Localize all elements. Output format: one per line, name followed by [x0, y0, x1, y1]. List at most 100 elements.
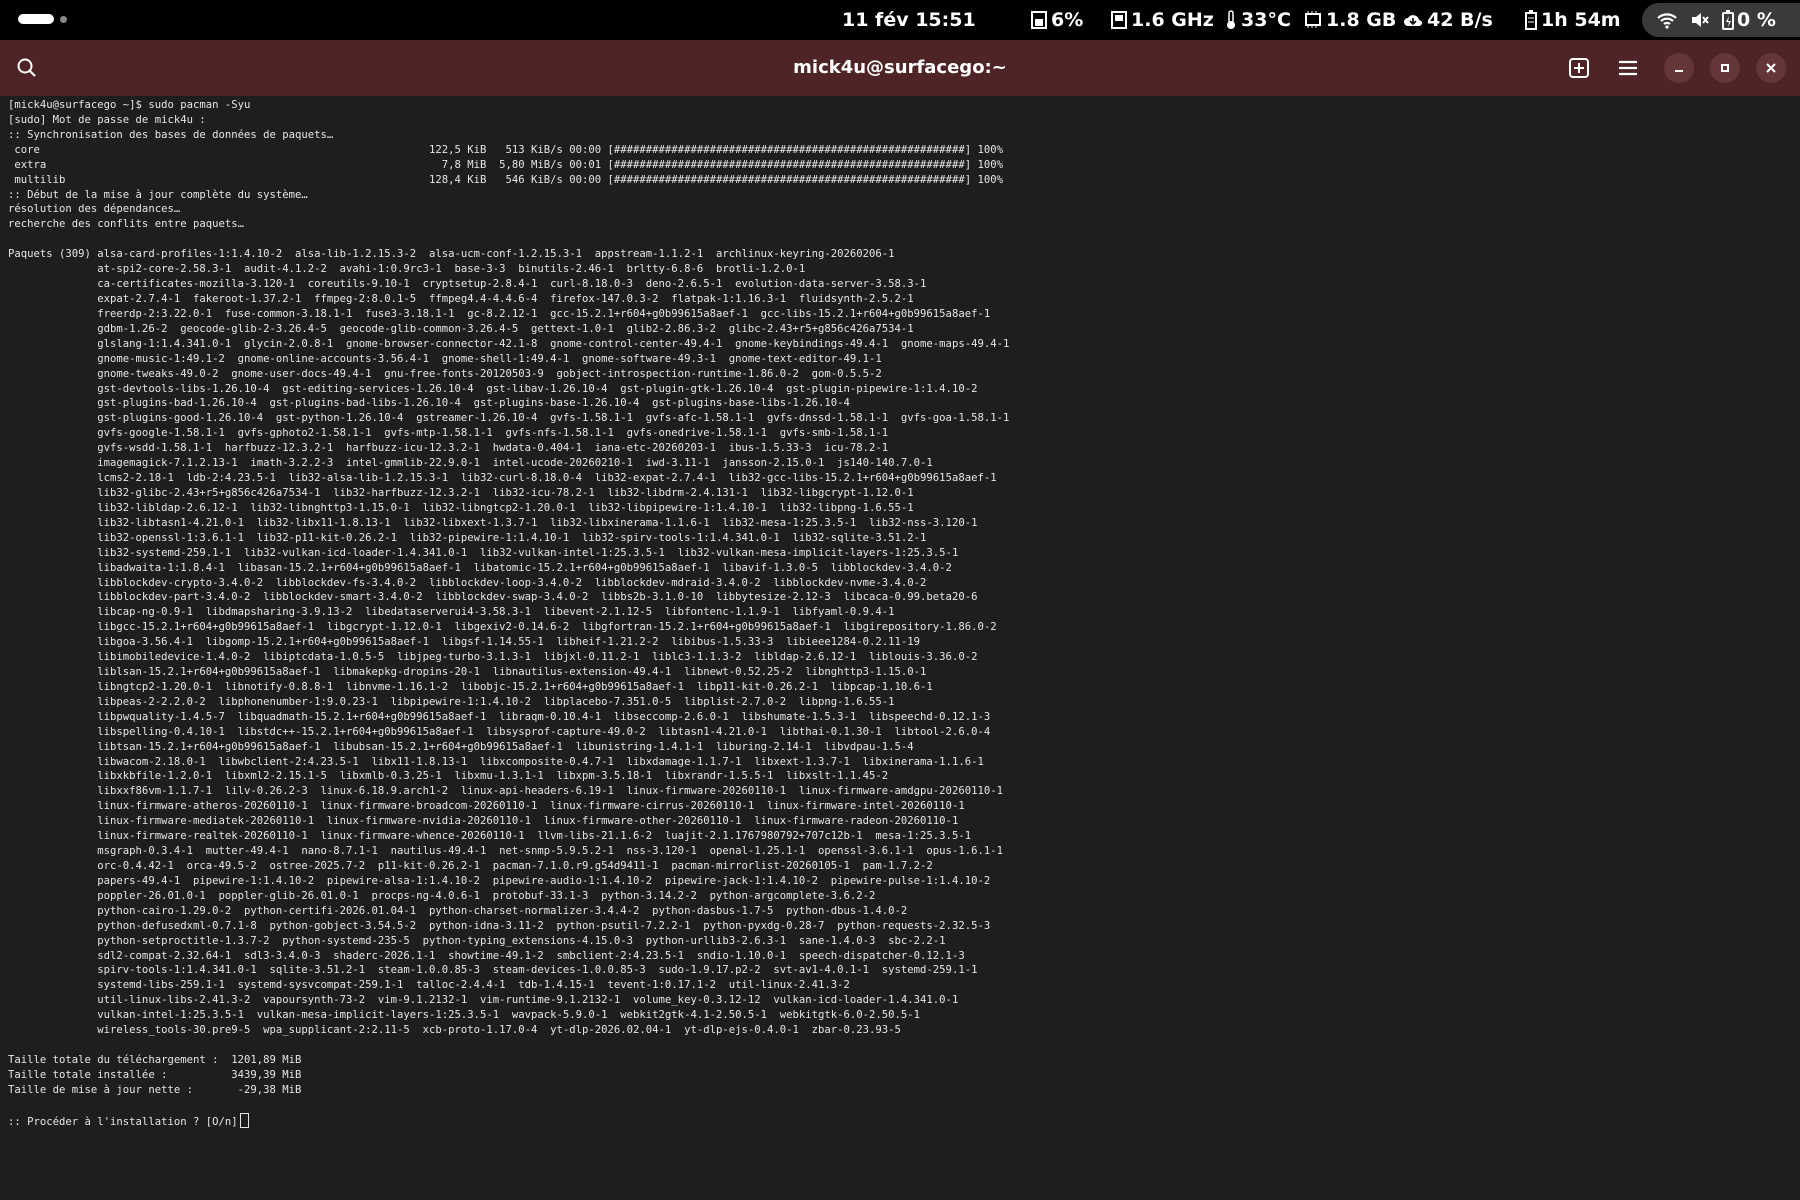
cpu-icon	[1031, 11, 1047, 29]
terminal-line: linux-firmware-atheros-20260110-1 linux-…	[8, 800, 965, 813]
install-prompt-line[interactable]: :: Procéder à l'installation ? [O/n]	[8, 1112, 1800, 1128]
memory-usage: 1.8 GB	[1326, 9, 1397, 31]
terminal-line: python-setproctitle-1.3.7-2 python-syste…	[8, 934, 946, 947]
minimize-icon	[1675, 70, 1683, 72]
terminal-line: vulkan-intel-1:25.3.5-1 vulkan-mesa-impl…	[8, 1009, 921, 1022]
active-workspace[interactable]	[18, 14, 54, 24]
terminal-line: gnome-music-1:49.1-2 gnome-online-accoun…	[8, 352, 882, 365]
terminal-line: [mick4u@surfacego ~]$ sudo pacman -Syu	[8, 99, 251, 111]
quick-settings[interactable]: 0 %	[1642, 3, 1800, 37]
terminal-line: ca-certificates-mozilla-3.120-1 coreutil…	[8, 278, 927, 291]
terminal-line: gvfs-google-1.58.1-1 gvfs-gphoto2-1.58.1…	[8, 427, 889, 440]
terminal-line: libspelling-0.4.10-1 libstdc++-15.2.1+r6…	[8, 725, 991, 738]
menu-button[interactable]	[1613, 53, 1643, 83]
terminal-line: linux-firmware-mediatek-20260110-1 linux…	[8, 815, 959, 828]
terminal-line: poppler-26.01.0-1 poppler-glib-26.01.0-1…	[8, 889, 876, 902]
frequency-indicator: 1.6 GHz	[1111, 0, 1214, 40]
terminal-line: extra 7,8 MiB 5,80 MiB/s 00:01 [########…	[8, 158, 1003, 171]
terminal-line: lcms2-2.18-1 ldb-2:4.23.5-1 lib32-alsa-l…	[8, 472, 997, 485]
cpu-usage: 6%	[1051, 9, 1084, 31]
terminal-line: linux-firmware-realtek-20260110-1 linux-…	[8, 830, 972, 843]
memory-indicator: 1.8 GB	[1304, 0, 1396, 40]
workspace-dot[interactable]	[60, 15, 67, 23]
terminal-line: lib32-systemd-259.1-1 lib32-vulkan-icd-l…	[8, 546, 959, 559]
terminal-line: at-spi2-core-2.58.3-1 audit-4.1.2-2 avah…	[8, 263, 806, 276]
terminal-line: systemd-libs-259.1-1 systemd-sysvcompat-…	[8, 979, 850, 992]
terminal-line: gdbm-1.26-2 geocode-glib-2-3.26.4-5 geoc…	[8, 322, 914, 335]
terminal-line: gst-devtools-libs-1.26.10-4 gst-editing-…	[8, 382, 978, 395]
terminal-line: sdl2-compat-2.32.64-1 sdl3-3.4.0-3 shade…	[8, 949, 965, 962]
terminal-line: lib32-libtasn1-4.21.0-1 lib32-libx11-1.8…	[8, 516, 978, 529]
terminal-line: lib32-glibc-2.43+r5+g856c426a7534-1 lib3…	[8, 486, 914, 499]
terminal-line: multilib 128,4 KiB 546 KiB/s 00:00 [####…	[8, 173, 1003, 186]
terminal-line: gvfs-wsdd-1.58.1-1 harfbuzz-12.3.2-1 har…	[8, 442, 889, 455]
cloud-download-icon	[1404, 15, 1422, 26]
battery-time-indicator: 1h 54m	[1525, 0, 1621, 40]
terminal-line: gnome-tweaks-49.0-2 gnome-user-docs-49.4…	[8, 367, 882, 380]
terminal-line: libxkbfile-1.2.0-1 libxml2-2.15.1-5 libx…	[8, 770, 889, 783]
terminal-line: gst-plugins-good-1.26.10-4 gst-python-1.…	[8, 412, 1010, 425]
close-button[interactable]	[1756, 53, 1786, 83]
terminal-line: résolution des dépendances…	[8, 203, 181, 216]
terminal-line: :: Début de la mise à jour complète du s…	[8, 188, 308, 201]
temperature-indicator: 33°C	[1225, 0, 1291, 40]
wifi-icon	[1657, 13, 1677, 29]
terminal-line: libimobiledevice-1.4.0-2 libiptcdata-1.0…	[8, 651, 978, 664]
terminal-line: lib32-openssl-1:3.6.1-1 lib32-p11-kit-0.…	[8, 531, 927, 544]
terminal-line: expat-2.7.4-1 fakeroot-1.37.2-1 ffmpeg-2…	[8, 292, 914, 305]
cpu-frequency-icon	[1111, 11, 1127, 29]
network-indicator: 42 B/s	[1403, 0, 1493, 40]
battery-time: 1h 54m	[1541, 9, 1621, 31]
maximize-button[interactable]	[1710, 53, 1740, 83]
terminal-line: libgoa-3.56.4-1 libgomp-15.2.1+r604+g0b9…	[8, 636, 921, 649]
terminal-line: [sudo] Mot de passe de mick4u :	[8, 113, 206, 126]
cpu-frequency: 1.6 GHz	[1131, 9, 1214, 31]
close-icon	[1766, 63, 1776, 73]
terminal-line: Taille totale installée : 3439,39 MiB	[8, 1068, 302, 1081]
terminal-output[interactable]: [mick4u@surfacego ~]$ sudo pacman -Syu [s…	[8, 98, 1800, 1200]
terminal-line: Taille totale du téléchargement : 1201,8…	[8, 1054, 302, 1066]
terminal-line: Paquets (309) alsa-card-profiles-1:1.4.1…	[8, 248, 895, 261]
speaker-muted-icon	[1692, 13, 1709, 27]
battery-icon	[1525, 10, 1537, 30]
terminal-line: wireless_tools-30.pre9-5 wpa_supplicant-…	[8, 1024, 901, 1037]
terminal-line: libpwquality-1.4.5-7 libquadmath-15.2.1+…	[8, 710, 991, 723]
terminal-line: libcap-ng-0.9-1 libdmapsharing-3.9.13-2 …	[8, 606, 895, 619]
terminal-line: liblsan-15.2.1+r604+g0b99615a8aef-1 libm…	[8, 666, 927, 679]
terminal-line: libxxf86vm-1.1.7-1 lilv-0.26.2-3 linux-6…	[8, 785, 1003, 798]
terminal-line: lib32-libldap-2.6.12-1 lib32-libnghttp3-…	[8, 501, 914, 514]
terminal-line: papers-49.4-1 pipewire-1:1.4.10-2 pipewi…	[8, 874, 991, 887]
clock[interactable]: 11 fév 15:51	[842, 0, 976, 40]
terminal-line: python-cairo-1.29.0-2 python-certifi-202…	[8, 904, 908, 917]
hamburger-menu-icon	[1619, 60, 1637, 76]
terminal-line: python-defusedxml-0.7.1-8 python-gobject…	[8, 919, 991, 932]
terminal-line: util-linux-libs-2.41.3-2 vapoursynth-73-…	[8, 994, 959, 1007]
new-tab-button[interactable]	[1564, 53, 1594, 83]
terminal-line: imagemagick-7.1.2.13-1 imath-3.2.2-3 int…	[8, 457, 933, 470]
terminal-line: core 122,5 KiB 513 KiB/s 00:00 [########…	[8, 143, 1003, 156]
terminal-line: libblockdev-crypto-3.4.0-2 libblockdev-f…	[8, 576, 927, 589]
window-title: mick4u@surfacego:~	[793, 57, 1007, 78]
workspace-indicator[interactable]	[18, 14, 67, 24]
terminal-line: libtsan-15.2.1+r604+g0b99615a8aef-1 libu…	[8, 740, 914, 753]
terminal-line: freerdp-2:3.22.0-1 fuse-common-3.18.1-1 …	[8, 307, 991, 320]
terminal-headerbar: mick4u@surfacego:~	[0, 40, 1800, 96]
battery-charging-icon	[1722, 10, 1734, 30]
terminal-line: libadwaita-1:1.8.4-1 libasan-15.2.1+r604…	[8, 561, 952, 574]
terminal-line: gst-plugins-bad-1.26.10-4 gst-plugins-ba…	[8, 397, 850, 410]
install-prompt: :: Procéder à l'installation ? [O/n]	[8, 1115, 238, 1128]
terminal-line: glslang-1:1.4.341.0-1 glycin-2.0.8-1 gno…	[8, 337, 1010, 350]
thermometer-icon	[1227, 10, 1235, 29]
terminal-line: libpeas-2-2.2.0-2 libphonenumber-1:9.0.2…	[8, 695, 895, 708]
terminal-line: libngtcp2-1.20.0-1 libnotify-0.8.8-1 lib…	[8, 680, 933, 693]
minimize-button[interactable]	[1664, 53, 1694, 83]
memory-icon	[1305, 11, 1321, 28]
cpu-indicator: 6%	[1031, 0, 1083, 40]
battery-percent: 0 %	[1737, 9, 1776, 31]
temperature: 33°C	[1241, 9, 1291, 31]
terminal-line: libwacom-2.18.0-1 libwbclient-2:4.23.5-1…	[8, 755, 984, 768]
network-speed: 42 B/s	[1427, 9, 1493, 31]
